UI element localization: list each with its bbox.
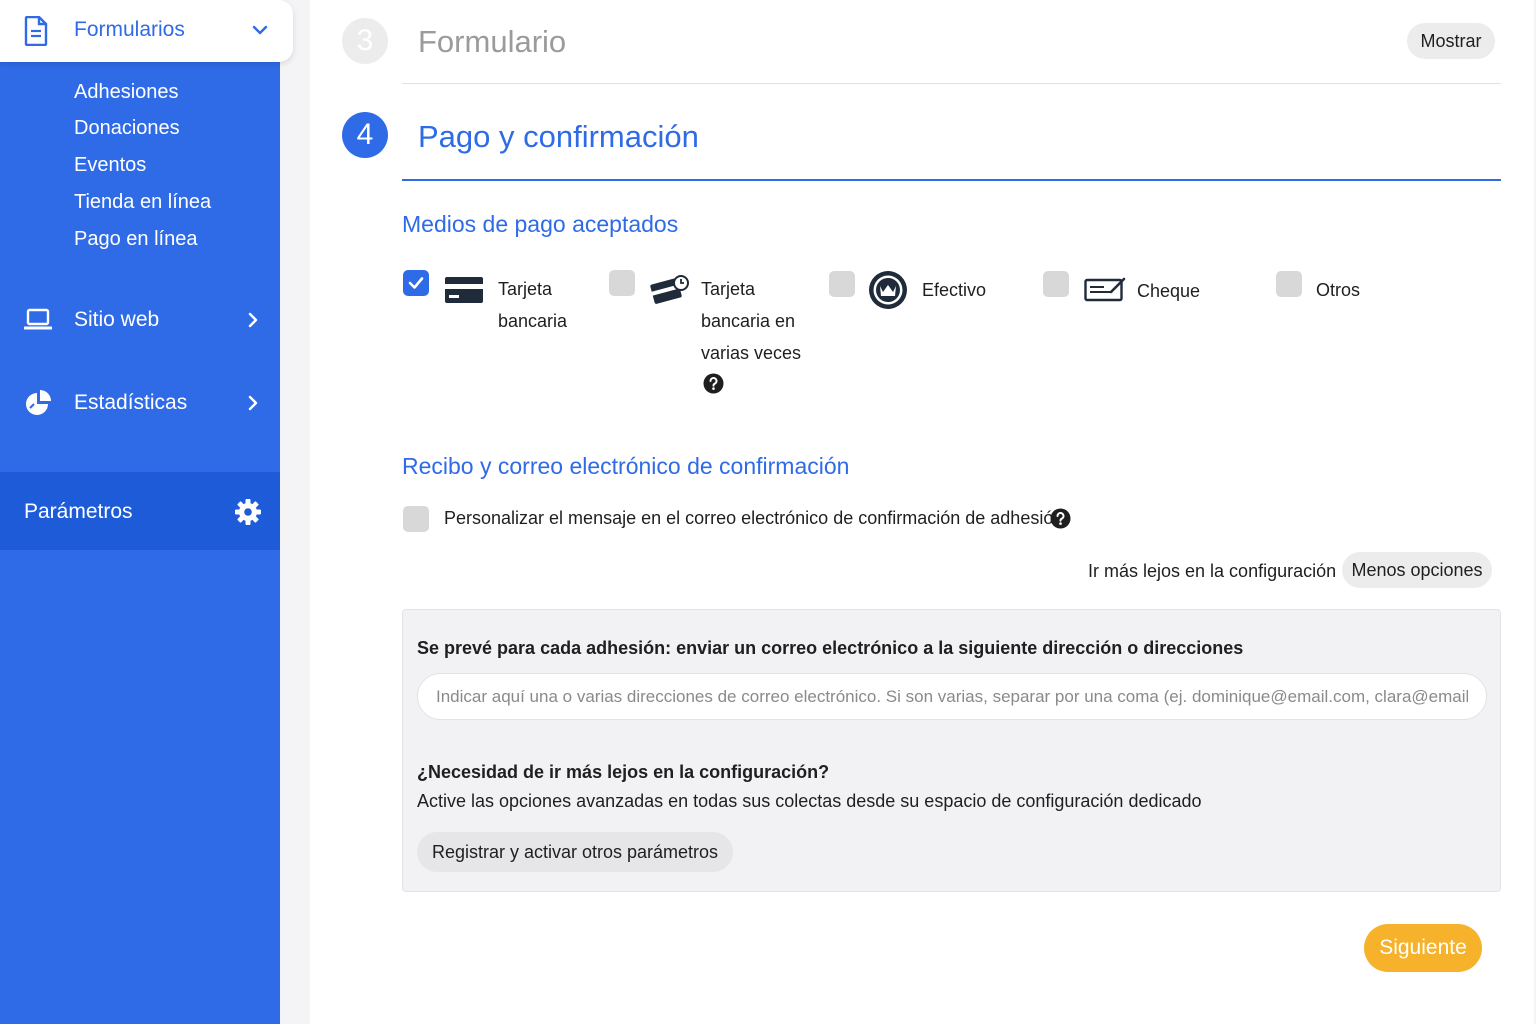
pie-chart-icon — [26, 390, 51, 415]
gear-icon — [235, 499, 261, 525]
checkmark-icon — [408, 277, 424, 289]
step-3-badge: 3 — [342, 18, 388, 64]
checkbox-card[interactable] — [403, 270, 429, 296]
chevron-right-icon — [248, 312, 258, 328]
email-recipients-input[interactable] — [417, 673, 1487, 720]
checkbox-card-recurring[interactable] — [609, 270, 635, 296]
payment-method-label: Otros — [1316, 280, 1361, 300]
payment-method-label: Tarjeta bancaria — [498, 279, 568, 331]
next-button[interactable]: Siguiente — [1364, 924, 1482, 972]
credit-card-icon — [445, 277, 483, 303]
step-4-title: Pago y confirmación — [418, 119, 699, 154]
sidebar-subitem-tienda[interactable]: Tienda en línea — [74, 191, 211, 214]
more-config-text: Ir más lejos en la configuración — [1088, 561, 1337, 581]
payment-method-label: Efectivo — [922, 280, 987, 300]
laptop-icon — [24, 308, 52, 330]
need-more-text: Active las opciones avanzadas en todas s… — [417, 791, 1202, 811]
divider — [402, 83, 1501, 84]
cash-coin-icon — [869, 271, 907, 309]
document-icon — [24, 16, 48, 46]
sidebar-item-website-label: Sitio web — [74, 308, 160, 331]
help-icon[interactable] — [703, 373, 724, 394]
less-options-button[interactable]: Menos opciones — [1342, 552, 1492, 588]
payment-method-label: Tarjeta bancaria en varias veces — [701, 279, 802, 363]
register-activate-button[interactable]: Registrar y activar otros parámetros — [417, 832, 733, 872]
payment-method-label: Cheque — [1137, 281, 1201, 301]
receipt-section-title: Recibo y correo electrónico de confirmac… — [402, 453, 850, 479]
show-button[interactable]: Mostrar — [1407, 23, 1495, 59]
need-more-heading: ¿Necesidad de ir más lejos en la configu… — [417, 762, 830, 782]
sidebar-subitem-adhesiones[interactable]: Adhesiones — [74, 81, 179, 104]
sidebar-item-stats[interactable]: Estadísticas — [0, 378, 280, 428]
payment-methods-title: Medios de pago aceptados — [402, 211, 679, 237]
sidebar-item-website[interactable]: Sitio web — [0, 295, 280, 345]
sidebar-item-forms-label: Formularios — [74, 18, 185, 41]
cheque-icon — [1084, 277, 1126, 302]
email-recipients-heading: Se prevé para cada adhesión: enviar un c… — [417, 638, 1244, 658]
customize-message-label: Personalizar el mensaje en el correo ele… — [444, 508, 1064, 528]
checkbox-customize-message[interactable] — [403, 506, 429, 532]
step-4-badge: 4 — [342, 112, 388, 158]
chevron-right-icon — [248, 395, 258, 411]
checkbox-other[interactable] — [1276, 271, 1302, 297]
sidebar-item-params-label: Parámetros — [24, 500, 133, 523]
sidebar-subitem-eventos[interactable]: Eventos — [74, 154, 146, 177]
checkbox-cash[interactable] — [829, 271, 855, 297]
sidebar-item-params[interactable]: Parámetros — [0, 472, 280, 550]
sidebar-subitem-pago[interactable]: Pago en línea — [74, 228, 197, 251]
divider-active — [402, 179, 1501, 181]
chevron-down-icon[interactable] — [250, 20, 270, 40]
help-icon[interactable] — [1050, 508, 1071, 529]
sidebar-subitem-donaciones[interactable]: Donaciones — [74, 117, 180, 140]
sidebar-item-stats-label: Estadísticas — [74, 391, 188, 414]
card-recurring-icon — [650, 275, 689, 304]
step-3-title: Formulario — [418, 24, 567, 59]
checkbox-cheque[interactable] — [1043, 271, 1069, 297]
sidebar-item-forms[interactable]: Formularios — [0, 0, 293, 62]
